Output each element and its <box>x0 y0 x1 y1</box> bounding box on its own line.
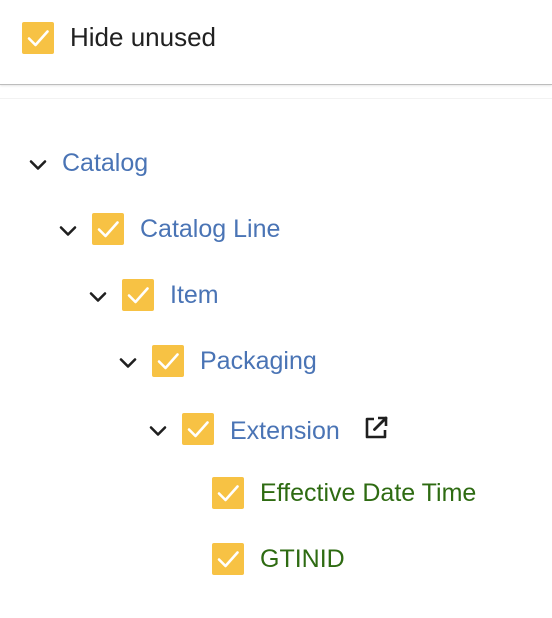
chevron-down-icon[interactable] <box>57 220 79 242</box>
tree-node-extension[interactable]: Extension <box>230 414 340 448</box>
divider <box>0 98 552 99</box>
checkmark-icon <box>157 353 179 370</box>
chevron-down-icon[interactable] <box>147 420 169 442</box>
checkmark-icon <box>97 221 119 238</box>
hide-unused-label: Hide unused <box>70 22 216 52</box>
checkmark-icon <box>217 485 239 502</box>
external-link-icon[interactable] <box>362 414 390 442</box>
tree-node-packaging[interactable]: Packaging <box>200 344 317 378</box>
checkmark-icon <box>27 30 49 47</box>
item-checkbox[interactable] <box>122 279 154 311</box>
gtinid-checkbox[interactable] <box>212 543 244 575</box>
checkmark-icon <box>187 421 209 438</box>
chevron-down-icon[interactable] <box>117 352 139 374</box>
extension-checkbox[interactable] <box>182 413 214 445</box>
hide-unused-checkbox[interactable] <box>22 22 54 54</box>
catalog-line-checkbox[interactable] <box>92 213 124 245</box>
packaging-checkbox[interactable] <box>152 345 184 377</box>
tree-node-catalog-line[interactable]: Catalog Line <box>140 212 280 246</box>
tree-field-gtinid[interactable]: GTINID <box>260 542 345 576</box>
effective-date-time-checkbox[interactable] <box>212 477 244 509</box>
chevron-down-icon[interactable] <box>87 286 109 308</box>
checkmark-icon <box>217 551 239 568</box>
tree-field-effective-date-time[interactable]: Effective Date Time <box>260 476 476 510</box>
chevron-down-icon[interactable] <box>27 154 49 176</box>
filter-bar: Hide unused <box>0 0 552 85</box>
tree-node-catalog[interactable]: Catalog <box>62 146 148 180</box>
tree-node-item[interactable]: Item <box>170 278 219 312</box>
checkmark-icon <box>127 287 149 304</box>
